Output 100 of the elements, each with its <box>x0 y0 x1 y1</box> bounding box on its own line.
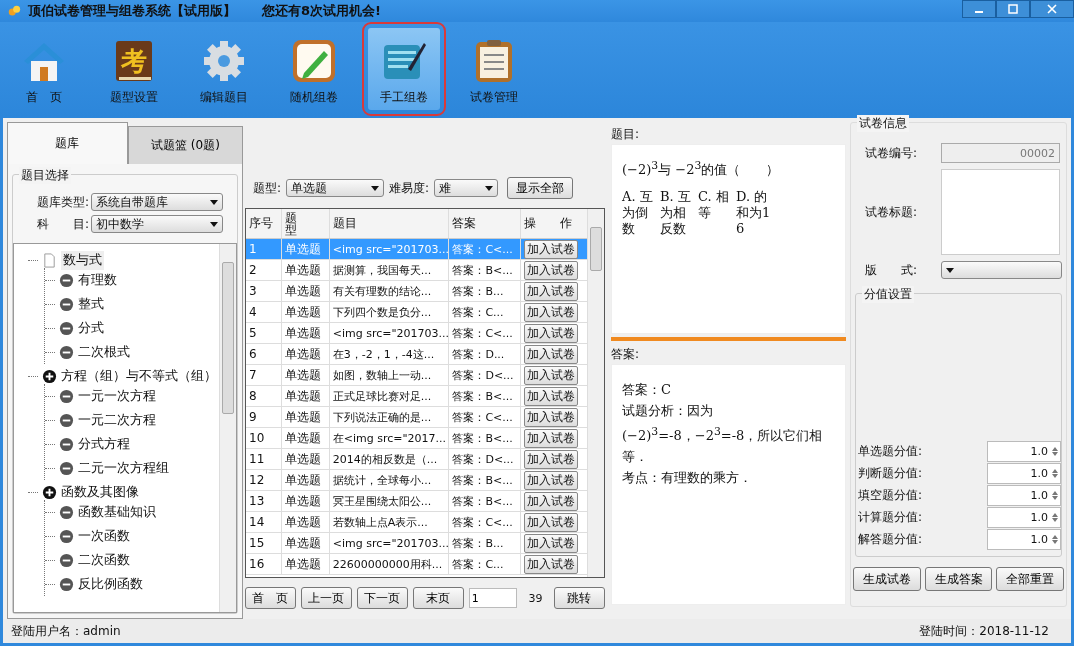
add-to-paper-button[interactable]: 加入试卷 <box>524 386 579 406</box>
table-cell: 6 <box>246 344 282 364</box>
page-input[interactable]: 1 <box>468 588 517 608</box>
question-type-dropdown[interactable]: 单选题 <box>286 179 385 197</box>
difficulty-dropdown[interactable]: 难 <box>434 179 499 197</box>
action-button[interactable]: 生成试卷 <box>853 567 921 591</box>
score-spinner[interactable]: 1.0 <box>987 441 1061 462</box>
table-cell: 7 <box>246 365 282 385</box>
subject-dropdown[interactable]: 初中数学 <box>91 215 224 233</box>
add-to-paper-button[interactable]: 加入试卷 <box>524 239 579 259</box>
add-to-paper-button[interactable]: 加入试卷 <box>524 281 579 301</box>
table-row[interactable]: 6 单选题 在3，-2，1，-4这... 答案：D... 加入试卷 <box>246 344 587 365</box>
column-header: 答案 <box>449 209 522 238</box>
tree-item[interactable]: 二次根式 <box>78 343 130 361</box>
tree-item[interactable]: 一元二次方程 <box>78 411 156 429</box>
bank-type-dropdown[interactable]: 系统自带题库 <box>91 193 224 211</box>
table-cell: 单选题 <box>281 386 330 406</box>
table-cell: 13 <box>246 491 282 511</box>
score-spinner[interactable]: 1.0 <box>987 507 1061 528</box>
toolbar-button[interactable]: 随机组卷 <box>278 28 350 110</box>
add-to-paper-button[interactable]: 加入试卷 <box>524 491 579 511</box>
add-to-paper-button[interactable]: 加入试卷 <box>524 470 579 490</box>
add-to-paper-button[interactable]: 加入试卷 <box>524 512 579 532</box>
table-cell: 如图，数轴上一动... <box>329 365 450 385</box>
format-dropdown[interactable] <box>941 261 1062 279</box>
group-title: 试卷信息 <box>857 115 909 132</box>
tree-item[interactable]: 分式 <box>78 319 104 337</box>
table-cell: 答案：D<... <box>449 449 522 469</box>
toolbar-button[interactable]: 试卷管理 <box>458 28 530 110</box>
scrollbar[interactable] <box>587 209 604 577</box>
table-row[interactable]: 16 单选题 22600000000用科... 答案：C... 加入试卷 <box>246 554 587 575</box>
score-spinner[interactable]: 1.0 <box>987 485 1061 506</box>
tree-item[interactable]: 二元一次方程组 <box>78 459 169 477</box>
add-to-paper-button[interactable]: 加入试卷 <box>524 428 579 448</box>
table-row[interactable]: 1 单选题 <img src="201703... 答案：C<... 加入试卷 <box>246 239 587 260</box>
table-row[interactable]: 7 单选题 如图，数轴上一动... 答案：D<... 加入试卷 <box>246 365 587 386</box>
tree-item[interactable]: 数与式 <box>61 250 104 270</box>
table-row[interactable]: 13 单选题 冥王星围绕太阳公... 答案：B<... 加入试卷 <box>246 491 587 512</box>
answer-option: A. 互为倒数 <box>622 189 658 238</box>
plus-icon <box>42 368 57 384</box>
minimize-button[interactable] <box>962 0 996 18</box>
table-row[interactable]: 3 单选题 有关有理数的结论... 答案：B... 加入试卷 <box>246 281 587 302</box>
tree-item[interactable]: 反比例函数 <box>78 575 143 593</box>
add-to-paper-button[interactable]: 加入试卷 <box>524 533 579 553</box>
minus-icon <box>59 272 74 288</box>
jump-button[interactable]: 跳转 <box>554 587 605 609</box>
table-row[interactable]: 9 单选题 下列说法正确的是... 答案：C<... 加入试卷 <box>246 407 587 428</box>
table-cell: <img src="201703... <box>329 239 450 259</box>
tree-item[interactable]: 一次函数 <box>78 527 130 545</box>
field-label: 科 目: <box>37 215 90 233</box>
add-to-paper-button[interactable]: 加入试卷 <box>524 407 579 427</box>
paper-title-field[interactable] <box>941 169 1060 255</box>
table-row[interactable]: 10 单选题 在<img src="2017... 答案：B<... 加入试卷 <box>246 428 587 449</box>
window-title: 顶伯试卷管理与组卷系统【试用版】 <box>28 2 236 20</box>
table-row[interactable]: 4 单选题 下列四个数是负分... 答案：C... 加入试卷 <box>246 302 587 323</box>
table-row[interactable]: 15 单选题 <img src="201703... 答案：B... 加入试卷 <box>246 533 587 554</box>
toolbar-button[interactable]: 考 题型设置 <box>98 28 170 110</box>
tree-item[interactable]: 一元一次方程 <box>78 387 156 405</box>
tree-item[interactable]: 有理数 <box>78 271 117 289</box>
tree-item[interactable]: 二次函数 <box>78 551 130 569</box>
scrollbar[interactable] <box>219 244 236 612</box>
table-row[interactable]: 12 单选题 据统计，全球每小... 答案：B<... 加入试卷 <box>246 470 587 491</box>
table-row[interactable]: 11 单选题 2014的相反数是（... 答案：D<... 加入试卷 <box>246 449 587 470</box>
add-to-paper-button[interactable]: 加入试卷 <box>524 344 579 364</box>
pager-button[interactable]: 首 页 <box>245 587 296 609</box>
score-spinner[interactable]: 1.0 <box>987 463 1061 484</box>
show-all-button[interactable]: 显示全部 <box>507 177 574 199</box>
add-to-paper-button[interactable]: 加入试卷 <box>524 260 579 280</box>
tab[interactable]: 试题篮 (0题) <box>127 126 243 164</box>
table-cell: 正式足球比赛对足... <box>329 386 450 406</box>
pager-button[interactable]: 下一页 <box>356 587 408 609</box>
tree-item[interactable]: 方程（组）与不等式（组） <box>61 367 217 385</box>
action-button[interactable]: 生成答案 <box>924 567 993 591</box>
maximize-button[interactable] <box>996 0 1030 18</box>
table-cell: 答案：D<... <box>449 365 522 385</box>
table-row[interactable]: 8 单选题 正式足球比赛对足... 答案：B<... 加入试卷 <box>246 386 587 407</box>
table-cell: 单选题 <box>281 533 330 553</box>
tree-item[interactable]: 分式方程 <box>78 435 130 453</box>
add-to-paper-button[interactable]: 加入试卷 <box>524 302 579 322</box>
table-cell: 15 <box>246 533 282 553</box>
tree-item[interactable]: 整式 <box>78 295 104 313</box>
pager-button[interactable]: 末页 <box>412 587 464 609</box>
add-to-paper-button[interactable]: 加入试卷 <box>524 554 579 574</box>
table-row[interactable]: 14 单选题 若数轴上点A表示... 答案：C<... 加入试卷 <box>246 512 587 533</box>
add-to-paper-button[interactable]: 加入试卷 <box>524 449 579 469</box>
field-label: 填空题分值: <box>858 487 923 504</box>
toolbar-button[interactable]: 首 页 <box>8 28 80 110</box>
maximize-icon <box>1008 4 1018 14</box>
tab[interactable]: 题库 <box>7 122 128 164</box>
table-row[interactable]: 2 单选题 据测算，我国每天... 答案：B<... 加入试卷 <box>246 260 587 281</box>
action-button[interactable]: 全部重置 <box>996 567 1064 591</box>
pager-button[interactable]: 上一页 <box>300 587 352 609</box>
tree-item[interactable]: 函数基础知识 <box>78 503 156 521</box>
score-spinner[interactable]: 1.0 <box>987 529 1061 550</box>
close-button[interactable] <box>1030 0 1074 18</box>
tree-item[interactable]: 函数及其图像 <box>61 483 139 501</box>
add-to-paper-button[interactable]: 加入试卷 <box>524 365 579 385</box>
toolbar-button[interactable]: 编辑题目 <box>188 28 260 110</box>
add-to-paper-button[interactable]: 加入试卷 <box>524 323 579 343</box>
table-row[interactable]: 5 单选题 <img src="201703... 答案：C<... 加入试卷 <box>246 323 587 344</box>
